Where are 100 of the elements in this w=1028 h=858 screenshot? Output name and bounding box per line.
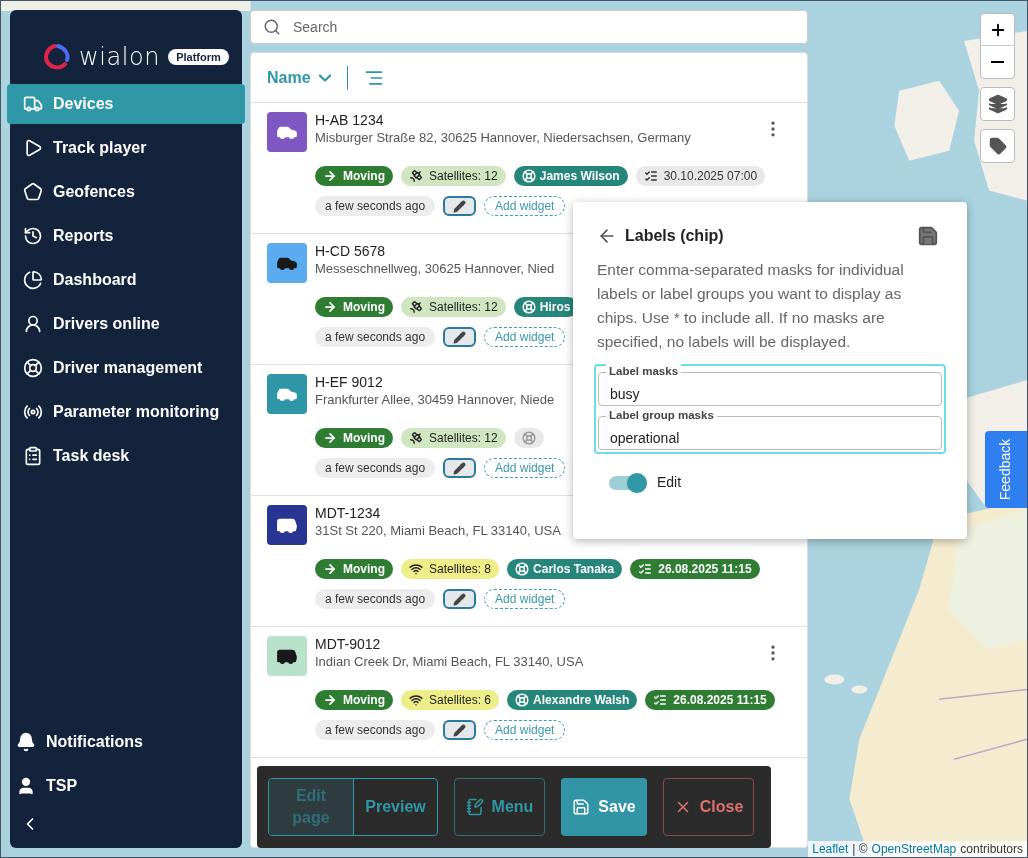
- time-chip: a few seconds ago: [315, 196, 436, 216]
- edit-button[interactable]: [443, 720, 477, 740]
- list-check-icon: [638, 562, 653, 576]
- pencil-icon: [453, 330, 467, 344]
- pentagon-icon: [23, 182, 43, 202]
- satellites-chip: Satellites: 8: [401, 559, 500, 579]
- label-off-icon: [988, 137, 1007, 155]
- search-icon: [263, 18, 281, 36]
- steering-wheel-icon: [521, 169, 536, 183]
- driver-chip: Carlos Tanaka: [507, 559, 623, 579]
- date-chip: 26.08.2025 11:15: [645, 690, 775, 710]
- clipboard-icon: [23, 446, 43, 466]
- device-name: H-EF 9012: [315, 373, 384, 391]
- sidebar-item[interactable]: Driver management: [7, 348, 245, 388]
- close-button[interactable]: Close: [663, 778, 754, 836]
- list-check-icon: [643, 169, 658, 183]
- chevron-down-icon: [318, 73, 331, 82]
- time-chip: a few seconds ago: [315, 720, 436, 740]
- field-label: Label masks: [606, 364, 682, 378]
- device-address: 31St St 220, Miami Beach, FL 33140, USA: [315, 522, 561, 540]
- sidebar-item[interactable]: TSP: [10, 766, 242, 806]
- osm-link[interactable]: OpenStreetMap: [871, 840, 957, 857]
- satellites-chip: Satellites: 12: [401, 428, 506, 448]
- satellites-chip: Satellites: 6: [401, 690, 500, 710]
- edit-toggle[interactable]: [609, 475, 645, 490]
- driver-chip: Alexandre Walsh: [507, 690, 638, 710]
- search-field[interactable]: Search: [250, 10, 808, 44]
- pencil-icon: [453, 461, 467, 475]
- feedback-tab[interactable]: Feedback: [985, 431, 1027, 508]
- device-address: Frankfurter Allee, 30459 Hannover, Niede: [315, 391, 555, 409]
- mode-tab[interactable]: Preview: [353, 779, 437, 835]
- date-chip: 30.10.2025 07:00: [635, 166, 766, 186]
- driver-chip: James Wilson: [513, 166, 628, 186]
- field-label: Label group masks: [606, 408, 717, 422]
- pencil-icon: [453, 199, 467, 213]
- play-icon: [23, 138, 43, 158]
- time-chip: a few seconds ago: [315, 589, 436, 609]
- signal-icon: [409, 693, 423, 707]
- logo-wordmark: wialon: [79, 45, 161, 69]
- list-check-icon: [653, 693, 668, 707]
- sort-dropdown[interactable]: Name: [267, 65, 331, 90]
- layers-icon: [987, 94, 1008, 114]
- steering-wheel-icon: [521, 431, 536, 445]
- pie-chart-icon: [23, 270, 43, 290]
- sidebar-item[interactable]: Geofences: [7, 172, 245, 212]
- attribution-text: contributors: [960, 841, 1023, 857]
- logo-icon: [43, 44, 71, 70]
- sidebar-item[interactable]: Devices: [7, 84, 245, 124]
- bell-icon: [16, 732, 36, 752]
- satellites-chip: Satellites: 12: [401, 166, 506, 186]
- arrow-icon: [323, 431, 337, 445]
- user-icon: [23, 314, 43, 334]
- device-name: MDT-1234: [315, 504, 382, 522]
- sidebar-item[interactable]: Drivers online: [7, 304, 245, 344]
- arrow-icon: [323, 300, 337, 314]
- device-address: Messeschnellweg, 30625 Hannover, Nied: [315, 260, 555, 278]
- user-icon: [16, 776, 36, 796]
- platform-badge: Platform: [168, 49, 229, 65]
- sidebar-item[interactable]: Task desk: [7, 436, 245, 476]
- menu-button[interactable]: Menu: [454, 778, 545, 836]
- time-chip: a few seconds ago: [315, 458, 436, 478]
- device-address: Indian Creek Dr, Miami Beach, FL 33140, USA: [315, 653, 584, 671]
- time-chip: a few seconds ago: [315, 327, 436, 347]
- satellite-icon: [409, 300, 423, 314]
- sidebar-item[interactable]: Notifications: [10, 722, 242, 762]
- satellite-icon: [409, 169, 423, 183]
- steering-wheel-icon: [23, 358, 43, 378]
- layers-button[interactable]: [980, 87, 1015, 121]
- device-address: Misburger Straße 82, 30625 Hannover, Niedersachsen, Germany: [315, 129, 691, 147]
- pencil-icon: [453, 723, 467, 737]
- device-name: H-AB 1234: [315, 111, 385, 129]
- minus-icon: [991, 60, 1004, 64]
- save-button[interactable]: Save: [561, 778, 647, 836]
- hide-labels-button[interactable]: [980, 129, 1015, 163]
- device-name: MDT-9012: [315, 635, 382, 653]
- sidebar-item[interactable]: Reports: [7, 216, 245, 256]
- save-icon: [572, 798, 591, 816]
- attribution-separator: | ©: [852, 841, 868, 857]
- popup-description: Enter comma-separated masks for individual labels or label groups you want to display as chips. Use * to include all. If no masks are specified, no labels will be displayed.: [597, 260, 905, 352]
- popup-title: Labels (chip): [625, 226, 724, 246]
- edit-button[interactable]: [443, 327, 477, 347]
- edit-button[interactable]: [443, 196, 477, 216]
- status-chip: Moving: [315, 297, 393, 317]
- leaflet-link[interactable]: Leaflet: [812, 840, 849, 857]
- truck-icon: [23, 94, 43, 114]
- satellites-chip: Satellites: 12: [401, 297, 506, 317]
- status-chip: Moving: [315, 559, 393, 579]
- sidebar-item[interactable]: Parameter monitoring: [7, 392, 245, 432]
- toggle-label: Edit: [657, 473, 682, 492]
- save-icon[interactable]: [917, 225, 939, 247]
- satellite-icon: [409, 431, 423, 445]
- pencil-icon: [453, 592, 467, 606]
- sidebar-item[interactable]: Track player: [7, 128, 245, 168]
- date-chip: 26.08.2025 11:15: [630, 559, 760, 579]
- sidebar-item[interactable]: Dashboard: [7, 260, 245, 300]
- status-chip: Moving: [315, 428, 393, 448]
- edit-button[interactable]: [443, 589, 477, 609]
- edit-button[interactable]: [443, 458, 477, 478]
- list-edit-icon: [465, 798, 484, 816]
- status-chip: Moving: [315, 690, 393, 710]
